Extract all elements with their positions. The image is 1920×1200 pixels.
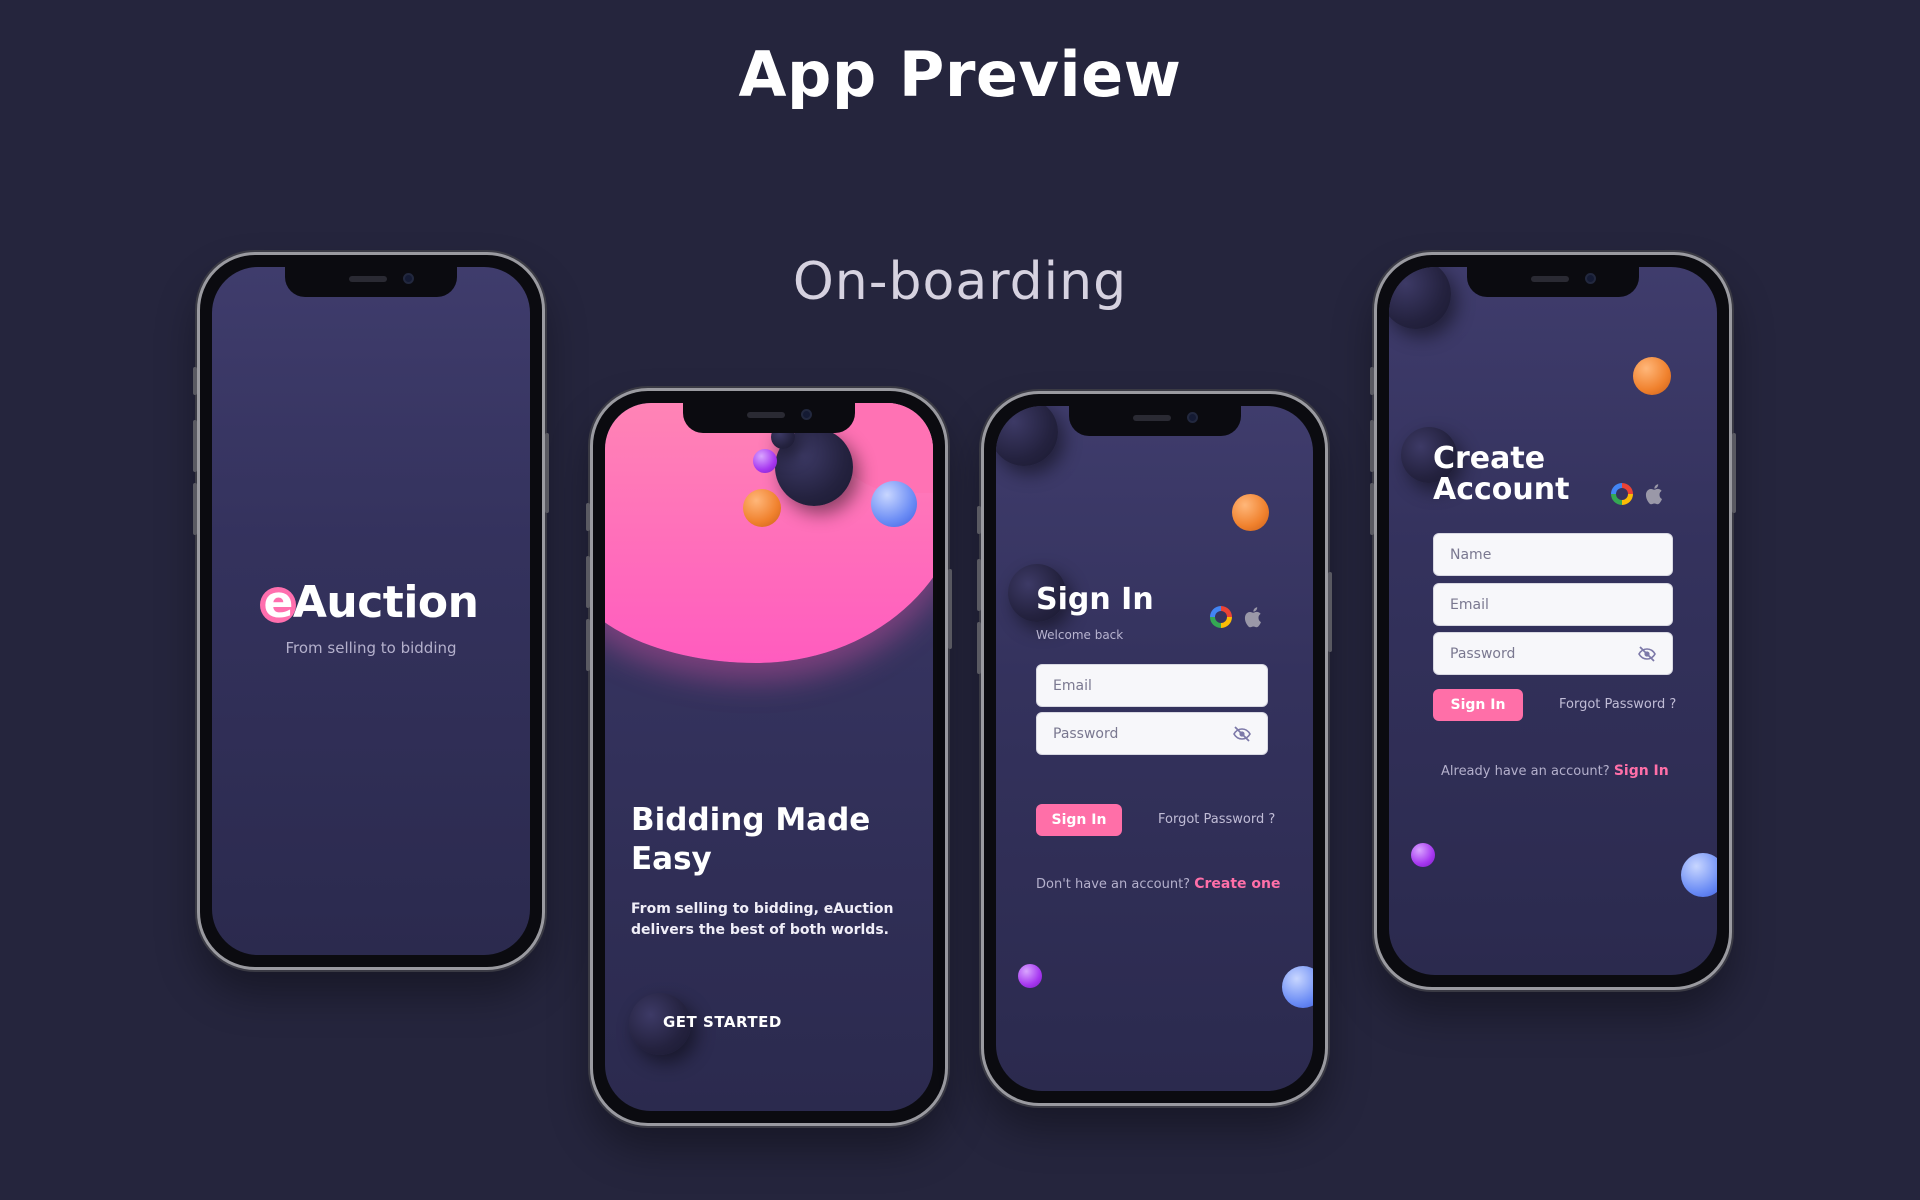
name-placeholder: Name xyxy=(1450,546,1492,563)
password-field[interactable]: Password xyxy=(1433,632,1673,675)
splash-screen: eAuction From selling to bidding xyxy=(212,267,530,955)
title-line-2: Account xyxy=(1433,472,1570,507)
google-icon[interactable] xyxy=(1210,606,1232,628)
forgot-password-link[interactable]: Forgot Password ? xyxy=(1559,697,1676,712)
email-placeholder: Email xyxy=(1053,677,1092,694)
blue-orb-decoration xyxy=(1681,853,1717,897)
get-started-button[interactable]: GET STARTED xyxy=(663,1013,782,1031)
title-line-1: Create xyxy=(1433,441,1546,476)
purple-orb-decoration xyxy=(1411,843,1435,867)
app-logo: eAuction xyxy=(212,577,530,628)
sign-in-button[interactable]: Sign In xyxy=(1433,689,1523,721)
purple-orb-decoration xyxy=(1018,964,1042,988)
dark-orb-decoration xyxy=(996,406,1058,466)
splash-tagline: From selling to bidding xyxy=(285,639,457,657)
password-field[interactable]: Password xyxy=(1036,712,1268,755)
purple-orb-decoration xyxy=(753,449,777,473)
footer-text: Don't have an account? xyxy=(1036,877,1191,892)
page-title: App Preview xyxy=(738,38,1182,111)
blue-orb-decoration xyxy=(1282,966,1313,1008)
phone-splash: eAuction From selling to bidding xyxy=(193,252,549,970)
google-icon[interactable] xyxy=(1611,483,1633,505)
orange-orb-decoration xyxy=(1633,357,1671,395)
password-placeholder: Password xyxy=(1450,645,1516,662)
create-account-screen: Create Account Name Email Password Sign … xyxy=(1389,267,1717,975)
phone-notch xyxy=(683,403,855,433)
orange-orb-decoration xyxy=(1232,494,1269,531)
forgot-password-link[interactable]: Forgot Password ? xyxy=(1158,812,1275,827)
name-field[interactable]: Name xyxy=(1433,533,1673,576)
create-account-prompt: Don't have an account? Create one xyxy=(1036,876,1280,892)
phone-notch xyxy=(1068,406,1241,436)
logo-e-mark: e xyxy=(259,577,296,628)
phone-notch xyxy=(285,267,457,297)
welcome-text: Welcome back xyxy=(1036,628,1124,642)
sign-in-link[interactable]: Sign In xyxy=(1614,763,1669,779)
email-field[interactable]: Email xyxy=(1433,583,1673,626)
phone-notch xyxy=(1467,267,1639,297)
social-login xyxy=(1210,606,1264,628)
create-one-link[interactable]: Create one xyxy=(1194,876,1280,892)
logo-text: Auction xyxy=(292,577,479,628)
phone-intro: Bidding Made Easy From selling to biddin… xyxy=(586,388,952,1126)
intro-screen: Bidding Made Easy From selling to biddin… xyxy=(605,403,933,1111)
sign-in-prompt: Already have an account? Sign In xyxy=(1441,763,1669,779)
blue-orb-decoration xyxy=(871,481,917,527)
create-account-title: Create Account xyxy=(1433,443,1569,505)
apple-icon[interactable] xyxy=(1244,606,1264,628)
sign-in-screen: Sign In Welcome back Email Password Sign… xyxy=(996,406,1313,1091)
sign-in-title: Sign In xyxy=(1036,582,1154,617)
eye-off-icon[interactable] xyxy=(1638,645,1656,662)
phone-create-account: Create Account Name Email Password Sign … xyxy=(1370,252,1736,990)
email-field[interactable]: Email xyxy=(1036,664,1268,707)
intro-headline: Bidding Made Easy xyxy=(631,802,871,877)
eye-off-icon[interactable] xyxy=(1233,725,1251,742)
footer-text: Already have an account? xyxy=(1441,764,1610,779)
password-placeholder: Password xyxy=(1053,725,1119,742)
sign-in-button[interactable]: Sign In xyxy=(1036,804,1122,836)
orange-orb-decoration xyxy=(743,489,781,527)
dark-orb-decoration xyxy=(1389,267,1451,329)
apple-icon[interactable] xyxy=(1645,483,1665,505)
phone-sign-in: Sign In Welcome back Email Password Sign… xyxy=(977,391,1332,1106)
email-placeholder: Email xyxy=(1450,596,1489,613)
social-login xyxy=(1611,483,1665,505)
intro-subtext: From selling to bidding, eAuction delive… xyxy=(631,901,894,938)
